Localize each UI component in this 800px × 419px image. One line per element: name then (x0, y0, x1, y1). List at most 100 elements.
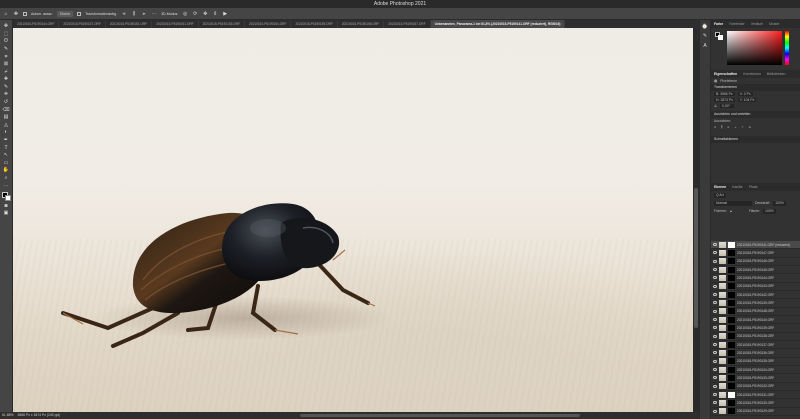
color-panel-tab[interactable]: Farbe (714, 20, 723, 28)
layer-select-dropdown[interactable]: Ebene (56, 10, 74, 17)
zoom-icon[interactable]: ⌕ (3, 175, 10, 181)
y-field[interactable]: Y: 104 Px (737, 97, 757, 103)
shape-icon[interactable]: ▭ (3, 160, 10, 166)
document-tab[interactable]: 20210015-P5190156.ORF (338, 20, 385, 28)
brush-settings-icon[interactable]: ✎ (702, 33, 709, 39)
layers-panel-tab[interactable]: Kanäle (732, 183, 743, 191)
visibility-eye-icon[interactable] (713, 259, 717, 263)
layer-mask-thumbnail[interactable] (728, 391, 735, 398)
visibility-eye-icon[interactable] (713, 409, 717, 413)
lock-icon[interactable]: 🔒︎ (730, 209, 732, 213)
layer-mask-thumbnail[interactable] (728, 291, 735, 298)
layers-panel-tab[interactable]: Pfade (749, 183, 758, 191)
layer-row[interactable]: 20210015-P5190142.ORF (711, 291, 800, 300)
brush-icon[interactable]: ✎ (3, 84, 10, 90)
layer-filter-select[interactable]: Q Art (714, 192, 726, 198)
layer-row[interactable]: 20210015-P5190129.ORF (711, 408, 800, 416)
layer-row[interactable]: 20210015-P5190141.ORF (reduziert) (711, 241, 800, 250)
properties-panel-tab[interactable]: Bibliotheken (767, 70, 785, 78)
layer-row[interactable]: 20210015-P5190136.ORF (711, 349, 800, 358)
layer-mask-thumbnail[interactable] (728, 333, 735, 340)
color-swatches[interactable] (1, 192, 11, 202)
layer-mask-thumbnail[interactable] (728, 308, 735, 315)
visibility-eye-icon[interactable] (713, 293, 717, 297)
visibility-eye-icon[interactable] (713, 334, 717, 338)
layer-row[interactable]: 20210015-P5190134.ORF (711, 366, 800, 375)
align-right-icon[interactable]: ⫸ (141, 11, 147, 17)
document-tab[interactable]: Unbenanntes_Panorama-1 bei 61,8% (202100… (430, 20, 566, 28)
height-field[interactable]: H: 1874 Px (714, 97, 735, 103)
layer-mask-thumbnail[interactable] (728, 241, 735, 248)
x-field[interactable]: X: 0 Px (737, 91, 753, 97)
layer-mask-thumbnail[interactable] (728, 349, 735, 356)
roll-3d-icon[interactable]: ⟳ (192, 11, 198, 17)
visibility-eye-icon[interactable] (713, 376, 717, 380)
hand-icon[interactable]: ✋ (3, 167, 10, 173)
visibility-eye-icon[interactable] (713, 318, 717, 322)
video-3d-icon[interactable]: ▶ (222, 11, 228, 17)
layer-mask-thumbnail[interactable] (728, 316, 735, 323)
path-select-icon[interactable]: ↖ (3, 152, 10, 158)
color-field[interactable] (727, 31, 782, 65)
layers-panel-tab[interactable]: Ebenen (714, 183, 726, 191)
layer-mask-thumbnail[interactable] (728, 249, 735, 256)
layer-mask-thumbnail[interactable] (728, 266, 735, 273)
visibility-eye-icon[interactable] (713, 243, 717, 247)
visibility-eye-icon[interactable] (713, 351, 717, 355)
history-panel-icon[interactable]: ⌚ (702, 24, 709, 30)
visibility-eye-icon[interactable] (713, 401, 717, 405)
move-tool-icon[interactable]: ✥ (13, 11, 19, 17)
marquee-icon[interactable]: ⬚ (3, 31, 10, 37)
quick-mask-icon[interactable]: ◙ (3, 202, 10, 209)
type-icon[interactable]: T (3, 145, 10, 151)
scrollbar-thumb[interactable] (694, 188, 698, 328)
distribute-icon[interactable]: ⋯ (151, 11, 157, 17)
layer-row[interactable]: 20210015-P5190148.ORF (711, 308, 800, 316)
auto-select-checkbox[interactable] (23, 11, 27, 16)
transform-controls-checkbox[interactable] (77, 11, 82, 16)
document-canvas[interactable] (13, 28, 693, 412)
visibility-eye-icon[interactable] (713, 251, 717, 255)
align-section-header[interactable]: Ausrichten und verteilen (711, 111, 800, 118)
align-vcenter-button-icon[interactable]: ⫟ (741, 125, 743, 129)
visibility-eye-icon[interactable] (713, 309, 717, 313)
angle-field[interactable]: 0,00° (720, 103, 735, 109)
layer-mask-thumbnail[interactable] (728, 341, 735, 348)
quick-actions-header[interactable]: Schnellaktionen (711, 136, 800, 143)
visibility-eye-icon[interactable] (713, 384, 717, 388)
document-tab[interactable]: 20210015-P5190157.ORF (384, 20, 431, 28)
layer-row[interactable]: 20210015-P5190132.ORF (711, 383, 800, 391)
drag-3d-icon[interactable]: ✥ (202, 11, 208, 17)
layer-mask-thumbnail[interactable] (728, 324, 735, 331)
layer-row[interactable]: 20210015-P5190143.ORF (711, 283, 800, 291)
gradient-icon[interactable]: ▤ (3, 114, 10, 120)
document-tab[interactable]: 20210015-P5190157.ORF (59, 20, 106, 28)
align-hcenter-button-icon[interactable]: ⫼ (721, 125, 723, 129)
visibility-eye-icon[interactable] (713, 284, 717, 288)
properties-panel-tab[interactable]: Korrekturen (743, 70, 761, 78)
home-icon[interactable]: ⌂ (3, 11, 9, 17)
hue-slider[interactable] (785, 31, 789, 65)
document-tab[interactable]: 20210015-P5190153.ORF (199, 20, 246, 28)
document-tab[interactable]: 20210015-P5190154.ORF (245, 20, 292, 28)
visibility-eye-icon[interactable] (713, 393, 717, 397)
layer-mask-thumbnail[interactable] (728, 374, 735, 381)
fill-field[interactable]: 100% (762, 208, 776, 214)
layer-row[interactable]: 20210015-P5190138.ORF (711, 333, 800, 341)
dodge-icon[interactable]: ◐ (3, 129, 10, 135)
layer-row[interactable]: 20210015-P5190137.ORF (711, 341, 800, 350)
layer-row[interactable]: 20210015-P5190140.ORF (711, 316, 800, 325)
crop-icon[interactable]: ⌗ (3, 53, 10, 60)
more-icon[interactable]: ⋯ (3, 182, 10, 189)
screen-mode-icon[interactable]: ▣ (3, 210, 10, 216)
layer-row[interactable]: 20210015-P5190149.ORF (711, 299, 800, 308)
quick-select-icon[interactable]: ✎ (3, 46, 10, 52)
width-field[interactable]: B: 3566 Px (714, 91, 735, 97)
color-panel-tab[interactable]: Verläufe (751, 20, 763, 28)
visibility-eye-icon[interactable] (713, 268, 717, 272)
layer-row[interactable]: 20210015-P5190130.ORF (711, 399, 800, 408)
properties-panel-tab[interactable]: Eigenschaften (714, 70, 737, 78)
opacity-field[interactable]: 100% (773, 200, 786, 206)
frame-icon[interactable]: ⊠ (3, 61, 10, 67)
align-right-button-icon[interactable]: ⫸ (727, 125, 729, 129)
